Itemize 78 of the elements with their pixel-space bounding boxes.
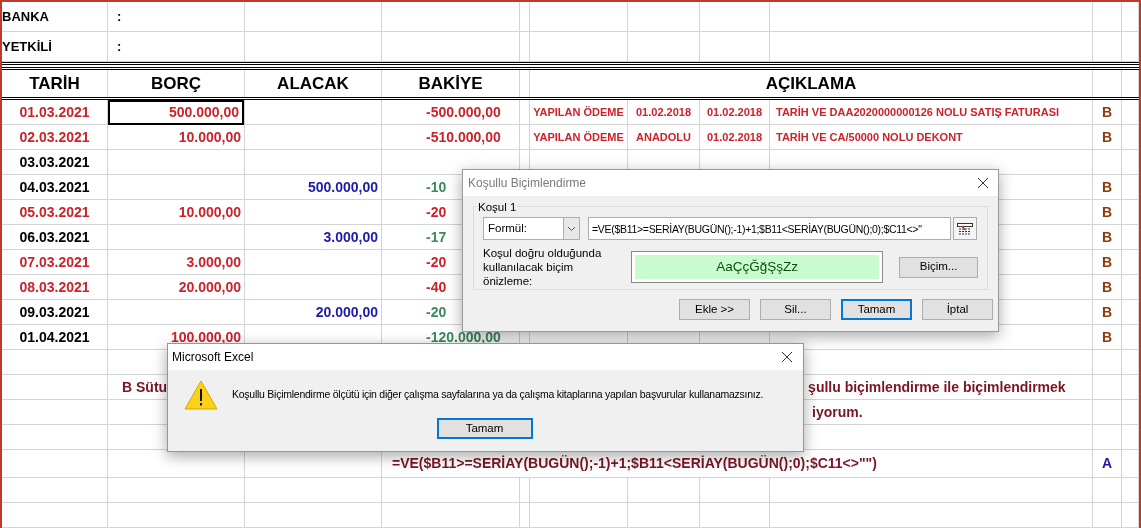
dialog-button[interactable]: Sil... (760, 299, 831, 320)
date-cell-text: 01.03.2021 (19, 103, 90, 122)
note-cell-text: YAPILAN ÖDEME (533, 105, 624, 121)
mark-cell-text: B (1101, 202, 1113, 222)
note-text: B Sütu (122, 377, 168, 397)
note-text: şullu biçimlendirme ile biçimlendirmek (808, 377, 1066, 397)
dialog-button[interactable]: Biçim... (899, 256, 978, 278)
dialog-button[interactable]: Tamam (436, 418, 533, 439)
credit-cell-text: 20.000,00 (315, 302, 378, 322)
note-cell-text: YAPILAN ÖDEME (533, 129, 624, 145)
balance-cell-text: -120.000,00 (426, 327, 501, 347)
note-text: iyorum. (812, 402, 863, 422)
note-cell-text: 01.02.2018 (706, 129, 763, 145)
debit-cell-text: 3.000,00 (186, 252, 241, 272)
column-header: ALACAK (277, 72, 349, 95)
dialog-message: Koşullu Biçimlendirme ölçütü için diğer çalışma sayfalarına ya da çalışma kitaplarına yapılan başvurular kullanamazsınız. (232, 387, 764, 403)
credit-cell-text: 3.000,00 (323, 227, 378, 247)
mark-cell-text: B (1101, 277, 1113, 297)
dialog-button[interactable]: Tamam (841, 299, 912, 320)
debit-cell-text: 10.000,00 (178, 202, 241, 222)
balance-cell-text: -20 (426, 252, 447, 272)
column-header: BAKİYE (418, 72, 483, 95)
warning-icon (184, 380, 218, 410)
close-icon[interactable] (781, 351, 793, 363)
debit-cell-text: 20.000,00 (178, 277, 241, 297)
balance-cell-text: -20 (426, 202, 447, 222)
note-cell-text: 01.02.2018 (635, 105, 692, 121)
date-cell-text: 01.04.2021 (19, 327, 90, 347)
date-cell-text: 08.03.2021 (19, 277, 90, 297)
debit-cell-text: 100.000,00 (170, 327, 241, 347)
column-header: AÇIKLAMA (765, 72, 857, 95)
formula-field[interactable]: =VE($B11>=SERİAY(BUGÜN();-1)+1;$B11<SERİAY(BUGÜN();0);$C11<>" (588, 217, 951, 240)
date-cell-text: 07.03.2021 (19, 252, 90, 272)
dialog-title: Koşullu Biçimlendirme (468, 175, 587, 192)
mark-cell-text: B (1101, 103, 1113, 122)
balance-cell-text: -10 (426, 177, 447, 197)
chevron-down-icon (567, 225, 576, 232)
mark-cell-text: B (1101, 302, 1113, 322)
mark-cell-text: B (1101, 252, 1113, 272)
mark-cell-text: B (1101, 227, 1113, 247)
field-value: : (117, 7, 122, 26)
date-cell-text: 02.03.2021 (19, 127, 90, 147)
date-cell-text: 03.03.2021 (19, 152, 90, 172)
note-cell-text: TARİH VE DAA2020000000126 NOLU SATIŞ FATURASI (776, 105, 1060, 121)
note-cell-text: 01.02.2018 (706, 105, 763, 121)
formula-text: =VE($B11>=SERİAY(BUGÜN();-1)+1;$B11<SERİAY(BUGÜN();0);$C11<>"") (392, 454, 877, 473)
preview-text: AaÇçĞğŞşZz (634, 255, 880, 279)
mark-cell-text: A (1101, 454, 1113, 473)
range-select-icon (957, 222, 973, 235)
balance-cell-text: -500.000,00 (426, 103, 501, 122)
date-cell-text: 06.03.2021 (19, 227, 90, 247)
condition-dropdown[interactable]: Formül: (483, 217, 580, 240)
field-label: YETKİLİ (2, 37, 52, 56)
balance-cell-text: -20 (426, 302, 447, 322)
date-cell-text: 09.03.2021 (19, 302, 90, 322)
balance-cell-text: -40 (426, 277, 447, 297)
close-icon[interactable] (977, 177, 989, 189)
mark-cell-text: B (1101, 127, 1113, 147)
collapse-dialog-button[interactable] (953, 217, 977, 240)
field-value: : (117, 37, 122, 56)
debit-cell-text: 10.000,00 (178, 127, 241, 147)
balance-cell-text: -510.000,00 (426, 127, 501, 147)
dialog-button[interactable]: İptal (922, 299, 993, 320)
preview-label: Koşul doğru olduğunda kullanılacak biçim önizleme: (483, 246, 603, 288)
date-cell-text: 04.03.2021 (19, 177, 90, 197)
column-header: TARİH (29, 72, 80, 95)
debit-cell-text: 500.000,00 (168, 103, 239, 122)
field-label: BANKA (2, 7, 49, 26)
dialog-title: Microsoft Excel (172, 349, 254, 366)
date-cell-text: 05.03.2021 (19, 202, 90, 222)
column-header: BORÇ (150, 72, 202, 95)
mark-cell-text: B (1101, 327, 1113, 347)
balance-cell-text: -17 (426, 227, 447, 247)
note-cell-text: TARİH VE CA/50000 NOLU DEKONT (776, 129, 963, 145)
note-cell-text: ANADOLU (636, 129, 691, 145)
dialog-button[interactable]: Ekle >> (679, 299, 750, 320)
mark-cell-text: B (1101, 177, 1113, 197)
credit-cell-text: 500.000,00 (307, 177, 378, 197)
